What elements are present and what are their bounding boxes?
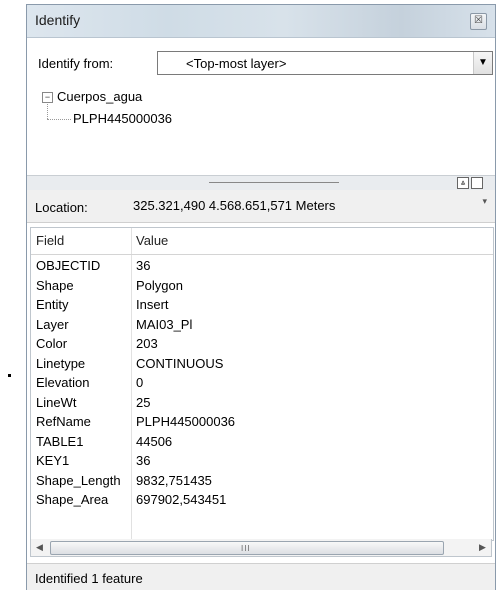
field-cell: Shape_Length [36,472,121,488]
value-cell: MAI03_Pl [136,316,193,332]
value-cell: 697902,543451 [136,492,227,507]
value-cell: 44506 [136,433,173,449]
attribute-grid: Field Value OBJECTID 36 Shape Polygon Entity… [30,227,494,541]
tree-connector-line [47,104,48,119]
stray-dot [8,374,11,377]
field-cell: KEY1 [36,453,70,468]
dropdown-arrow-icon[interactable]: ▼ [473,52,492,74]
value-cell: 0 [136,375,144,390]
field-cell: RefName [36,414,91,429]
table-row[interactable]: OBJECTID 36 [31,256,493,276]
identify-from-label: Identify from: [38,56,114,71]
title-bar[interactable]: Identify ☒ [27,5,495,38]
table-row[interactable]: TABLE1 44506 [31,432,493,452]
scroll-right-icon[interactable]: ▶ [474,539,491,556]
pane-splitter[interactable]: ⩓ [27,175,495,191]
table-row[interactable]: Linetype CONTINUOUS [31,354,493,374]
value-cell: 36 [136,453,151,468]
grid-header: Field Value [31,228,493,255]
tree-root-layer[interactable]: Cuerpos_agua [57,89,142,104]
table-row[interactable]: LineWt 25 [31,393,493,413]
field-column-header[interactable]: Field [36,233,64,248]
field-cell: Elevation [36,375,90,390]
collapse-pane-icon[interactable]: ⩓ [457,177,469,189]
field-cell: TABLE1 [36,433,84,449]
results-tree: − Cuerpos_agua PLPH445000036 [37,88,487,152]
table-row[interactable]: Entity Insert [31,295,493,315]
location-bar: Location: 325.321,490 4.568.651,571 Mete… [27,190,495,223]
field-cell: OBJECTID [36,258,101,273]
scroll-thumb[interactable]: III [50,541,444,555]
splitter-grip[interactable] [209,182,339,183]
table-row[interactable]: Color 203 [31,334,493,354]
location-label: Location: [35,200,88,215]
identify-from-value: <Top-most layer> [186,56,287,71]
thumb-grip-icon: III [241,544,251,553]
table-row[interactable]: Shape_Length 9832,751435 [31,471,493,491]
value-cell: Polygon [136,277,183,293]
table-row[interactable]: RefName PLPH445000036 [31,412,493,432]
field-cell: Shape [36,277,74,293]
value-cell: CONTINUOUS [136,355,224,371]
value-cell: 203 [136,336,158,351]
tree-collapse-icon[interactable]: − [42,92,53,103]
scroll-left-icon[interactable]: ◀ [31,539,48,556]
location-value: 325.321,490 4.568.651,571 Meters [130,194,473,218]
identify-from-dropdown[interactable]: <Top-most layer> ▼ [157,51,493,75]
table-row[interactable]: Shape_Area 697902,543451 [31,490,493,510]
value-cell: 25 [136,394,151,410]
location-menu-icon[interactable]: ▾ [482,196,487,207]
tree-connector-line [47,119,71,120]
field-cell: Entity [36,297,69,312]
field-cell: Color [36,336,68,351]
identify-window: Identify ☒ Identify from: <Top-most laye… [26,4,496,590]
horizontal-scrollbar[interactable]: ◀ III ▶ [30,539,492,557]
layout-toggle-icon[interactable] [471,177,483,189]
status-text: Identified 1 feature [35,571,143,586]
table-row[interactable]: Layer MAI03_Pl [31,315,493,335]
value-cell: 9832,751435 [136,472,212,488]
field-cell: LineWt [36,394,77,410]
status-bar: Identified 1 feature [27,563,495,590]
table-row[interactable]: Elevation 0 [31,373,493,393]
field-cell: Layer [36,316,69,332]
value-cell: PLPH445000036 [136,414,236,429]
close-icon[interactable]: ☒ [470,13,487,30]
value-cell: 36 [136,258,151,273]
field-cell: Linetype [36,355,86,371]
window-title: Identify [35,12,81,28]
value-column-header[interactable]: Value [136,233,168,248]
tree-feature-item[interactable]: PLPH445000036 [73,111,172,126]
table-row[interactable]: KEY1 36 [31,451,493,471]
field-cell: Shape_Area [36,492,109,507]
table-row[interactable]: Shape Polygon [31,276,493,296]
value-cell: Insert [136,297,169,312]
